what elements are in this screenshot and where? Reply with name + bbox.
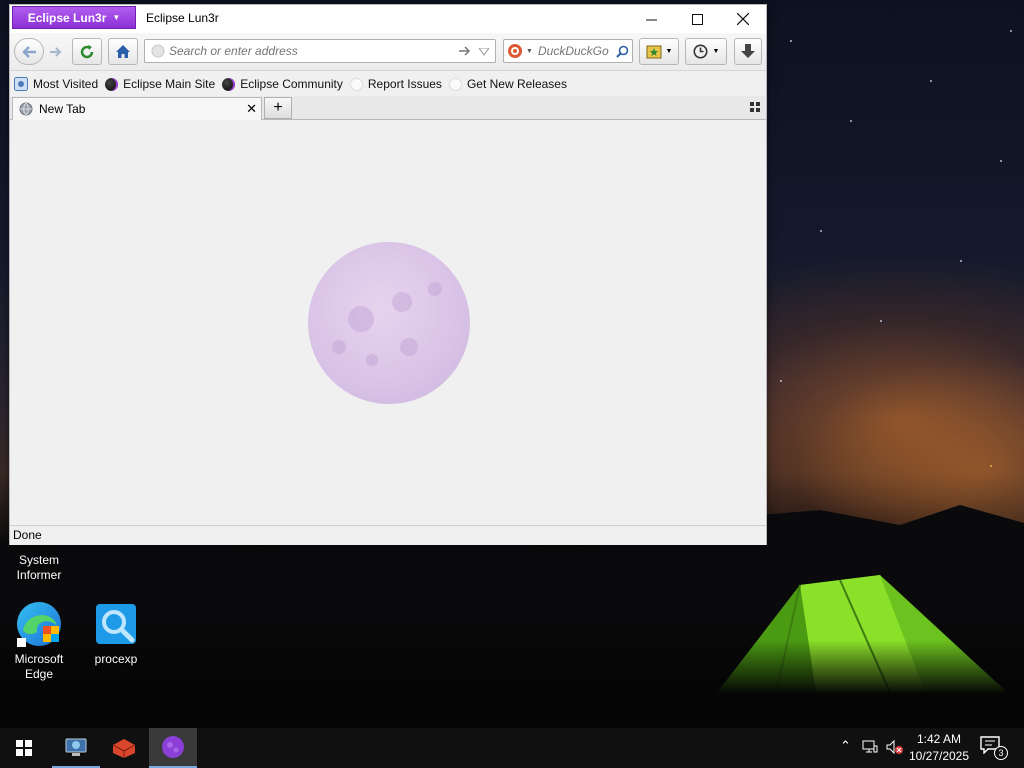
procexp-icon	[92, 600, 140, 648]
show-hidden-icons-icon[interactable]: ⌃	[840, 738, 851, 754]
bookmark-eclipse-main-site[interactable]: Eclipse Main Site	[105, 77, 215, 91]
bookmark-report-issues[interactable]: Report Issues	[349, 77, 442, 91]
desktop-icon-label: procexp	[94, 652, 138, 666]
eclipse-icon	[222, 77, 236, 91]
status-text: Done	[13, 528, 42, 542]
search-icon[interactable]	[616, 45, 629, 58]
windows-logo-icon	[16, 740, 32, 756]
app-menu-button[interactable]: Eclipse Lun3r ▼	[12, 6, 136, 29]
close-button[interactable]	[720, 5, 766, 33]
network-status-icon[interactable]	[862, 740, 878, 754]
maximize-icon	[691, 13, 703, 25]
action-center-button[interactable]: 3	[980, 736, 1008, 762]
search-bar[interactable]: ▼	[503, 39, 633, 63]
downloads-button[interactable]	[734, 38, 762, 65]
bookmark-label: Get New Releases	[466, 77, 567, 91]
reload-icon	[80, 44, 94, 58]
back-button[interactable]	[14, 38, 44, 65]
home-icon	[116, 45, 130, 58]
clock-time: 1:42 AM	[916, 732, 962, 746]
edge-icon	[15, 600, 63, 648]
volume-muted-icon[interactable]	[886, 740, 904, 754]
eclipse-icon	[105, 77, 119, 91]
taskbar: ⌃ 1:42 AM 10/27/2025 3	[0, 728, 1024, 768]
taskbar-network-app[interactable]	[52, 728, 100, 768]
firewall-app-icon	[112, 739, 136, 758]
home-button[interactable]	[108, 38, 138, 65]
bookmark-star-icon	[646, 45, 662, 58]
caret-down-icon: ▼	[112, 13, 121, 22]
chevron-down-icon: ▼	[712, 48, 720, 55]
back-arrow-icon	[22, 45, 36, 58]
reload-button[interactable]	[72, 38, 102, 65]
taskbar-eclipse-lun3r[interactable]	[149, 728, 197, 768]
bookmark-label: Eclipse Main Site	[123, 77, 216, 91]
bookmark-eclipse-community[interactable]: Eclipse Community	[222, 77, 343, 91]
globe-icon	[19, 102, 33, 116]
minimize-icon	[645, 19, 657, 20]
bookmarks-toolbar: Most Visited Eclipse Main Site Eclipse C…	[10, 72, 766, 96]
app-menu-label: Eclipse Lun3r	[27, 10, 107, 25]
start-button[interactable]	[0, 728, 48, 768]
moon-logo	[308, 242, 470, 404]
page-content	[10, 121, 766, 525]
browser-window: Eclipse Lun3r ▼ Eclipse Lun3r Search or …	[9, 4, 767, 545]
engine-dropdown-icon[interactable]: ▼	[526, 48, 533, 55]
url-dropdown-icon[interactable]	[479, 48, 489, 56]
eclipse-lun3r-icon	[162, 736, 184, 758]
bookmarks-button[interactable]: ▼	[639, 38, 679, 65]
bookmark-most-visited[interactable]: Most Visited	[14, 77, 98, 91]
download-arrow-icon	[741, 44, 755, 58]
clock-date: 10/27/2025	[908, 749, 970, 763]
bookmark-label: Most Visited	[33, 77, 99, 91]
system-clock[interactable]: 1:42 AM 10/27/2025	[906, 731, 972, 765]
history-button[interactable]: ▼	[685, 38, 727, 65]
plus-icon: +	[273, 99, 283, 116]
tab-label: New Tab	[39, 102, 86, 116]
tab-strip: New Tab ✕ +	[10, 96, 766, 120]
desktop-icon-edge[interactable]: Microsoft Edge	[2, 600, 76, 682]
clock-icon	[693, 44, 708, 59]
forward-button[interactable]	[44, 38, 68, 65]
desktop-icon-procexp[interactable]: procexp	[79, 600, 153, 667]
navigation-toolbar: ▼ ▼ ▼	[10, 33, 766, 71]
go-arrow-icon[interactable]	[459, 46, 471, 56]
globe-icon	[448, 77, 462, 91]
status-bar: Done	[10, 525, 766, 545]
page-icon	[151, 44, 165, 58]
tab-groups-icon[interactable]	[750, 102, 760, 112]
new-tab-button[interactable]: +	[264, 97, 292, 119]
forward-arrow-icon	[50, 46, 62, 57]
close-icon	[737, 13, 749, 25]
title-bar[interactable]: Eclipse Lun3r ▼ Eclipse Lun3r	[10, 5, 766, 33]
window-title: Eclipse Lun3r	[146, 11, 219, 25]
tab-close-icon[interactable]: ✕	[246, 101, 257, 117]
bookmark-label: Eclipse Community	[240, 77, 343, 91]
duckduckgo-icon[interactable]	[507, 43, 523, 59]
globe-icon	[349, 77, 363, 91]
bookmark-get-new-releases[interactable]: Get New Releases	[448, 77, 567, 91]
taskbar-firewall-app[interactable]	[100, 728, 148, 768]
tab-new-tab[interactable]: New Tab ✕	[12, 97, 262, 120]
most-visited-icon	[14, 77, 28, 91]
url-bar[interactable]	[144, 39, 496, 63]
chevron-down-icon: ▼	[665, 48, 673, 55]
search-input[interactable]	[538, 43, 612, 59]
url-input[interactable]	[169, 43, 449, 59]
bookmark-label: Report Issues	[367, 77, 442, 91]
minimize-button[interactable]	[628, 5, 674, 33]
network-app-icon	[65, 738, 87, 756]
desktop-icon-label: Microsoft Edge	[14, 652, 64, 681]
desktop-icon-label: System Informer	[16, 553, 62, 582]
maximize-button[interactable]	[674, 5, 720, 33]
notification-count-badge: 3	[994, 746, 1008, 760]
